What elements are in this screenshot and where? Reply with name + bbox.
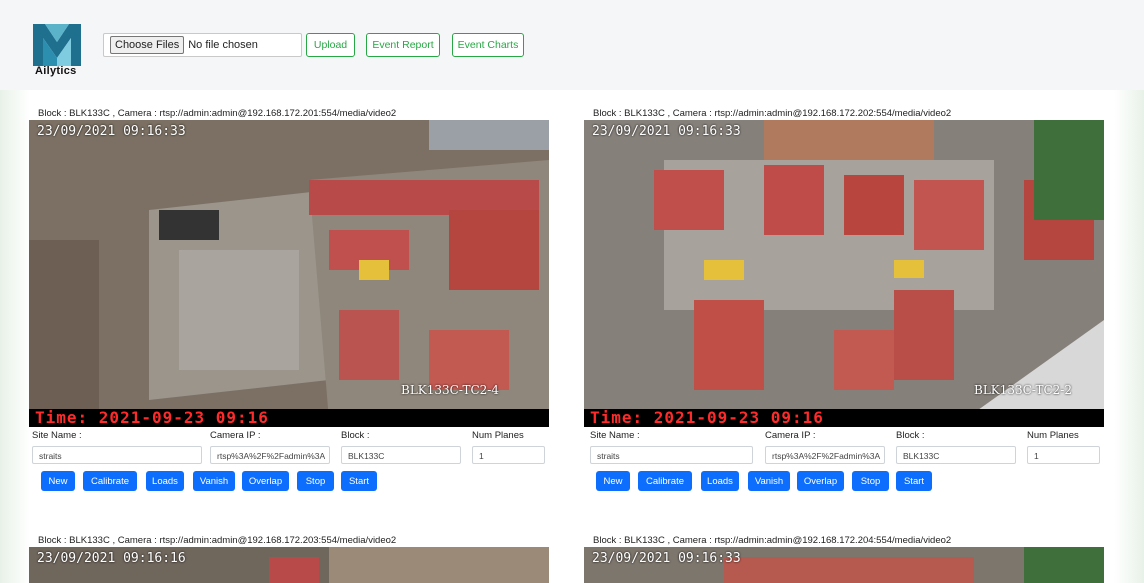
- start-button[interactable]: Start: [341, 471, 377, 491]
- camera-fields: Site Name : Camera IP : Block : Num Plan…: [29, 427, 549, 467]
- upload-button[interactable]: Upload: [306, 33, 355, 57]
- block-field[interactable]: BLK133C: [341, 446, 461, 464]
- camera-panel-1: Block : BLK133C , Camera : rtsp://admin:…: [29, 108, 549, 495]
- camera-caption: Block : BLK133C , Camera : rtsp://admin:…: [593, 535, 952, 546]
- calibrate-button[interactable]: Calibrate: [638, 471, 692, 491]
- event-report-button[interactable]: Event Report: [366, 33, 440, 57]
- num-planes-label: Num Planes: [472, 430, 524, 441]
- camera-feed[interactable]: 23/09/2021 09:16:16: [29, 547, 549, 583]
- site-name-field[interactable]: straits: [590, 446, 753, 464]
- num-planes-label: Num Planes: [1027, 430, 1079, 441]
- camera-panel-2: Block : BLK133C , Camera : rtsp://admin:…: [584, 108, 1104, 495]
- start-button[interactable]: Start: [896, 471, 932, 491]
- camera-caption: Block : BLK133C , Camera : rtsp://admin:…: [38, 108, 397, 119]
- osd-date: 23/09/2021 09:16:16: [37, 551, 186, 566]
- osd-date: 23/09/2021 09:16:33: [37, 124, 186, 139]
- num-planes-field[interactable]: 1: [1027, 446, 1100, 464]
- new-button[interactable]: New: [41, 471, 75, 491]
- block-label: Block :: [896, 430, 925, 441]
- camera-actions: New Calibrate Loads Vanish Overlap Stop …: [584, 467, 1104, 495]
- overlap-button[interactable]: Overlap: [242, 471, 289, 491]
- camera-feed[interactable]: 23/09/2021 09:16:33 BLK133C-TC2-2 Time: …: [584, 120, 1104, 427]
- construction-site-image: [29, 120, 549, 427]
- block-label: Block :: [341, 430, 370, 441]
- calibrate-button[interactable]: Calibrate: [83, 471, 137, 491]
- camera-caption: Block : BLK133C , Camera : rtsp://admin:…: [593, 108, 952, 119]
- site-name-field[interactable]: straits: [32, 446, 202, 464]
- loads-button[interactable]: Loads: [146, 471, 184, 491]
- osd-time-banner: Time: 2021-09-23 09:16: [29, 409, 549, 427]
- camera-ip-field[interactable]: rtsp%3A%2F%2Fadmin%3A: [210, 446, 330, 464]
- stop-button[interactable]: Stop: [297, 471, 334, 491]
- file-status-text: No file chosen: [188, 39, 258, 51]
- site-name-label: Site Name :: [590, 430, 640, 441]
- camera-ip-label: Camera IP :: [765, 430, 816, 441]
- camera-feed[interactable]: 23/09/2021 09:16:33: [584, 547, 1104, 583]
- camera-feed[interactable]: 23/09/2021 09:16:33 BLK133C-TC2-4 Time: …: [29, 120, 549, 427]
- camera-actions: New Calibrate Loads Vanish Overlap Stop …: [29, 467, 549, 495]
- osd-date: 23/09/2021 09:16:33: [592, 551, 741, 566]
- osd-time-banner: Time: 2021-09-23 09:16: [584, 409, 1104, 427]
- camera-fields: Site Name : Camera IP : Block : Num Plan…: [584, 427, 1104, 467]
- camera-caption: Block : BLK133C , Camera : rtsp://admin:…: [38, 535, 397, 546]
- camera-ip-label: Camera IP :: [210, 430, 261, 441]
- event-charts-button[interactable]: Event Charts: [452, 33, 524, 57]
- osd-camera-tag: BLK133C-TC2-2: [974, 383, 1072, 397]
- camera-panel-4: Block : BLK133C , Camera : rtsp://admin:…: [584, 535, 1104, 583]
- new-button[interactable]: New: [596, 471, 630, 491]
- block-field[interactable]: BLK133C: [896, 446, 1016, 464]
- vanish-button[interactable]: Vanish: [748, 471, 790, 491]
- loads-button[interactable]: Loads: [701, 471, 739, 491]
- choose-files-button[interactable]: Choose Files: [110, 36, 185, 54]
- site-name-label: Site Name :: [32, 430, 82, 441]
- top-toolbar: Ailytics Choose Files No file chosen Upl…: [0, 0, 1144, 90]
- file-picker[interactable]: Choose Files No file chosen: [103, 33, 302, 57]
- osd-date: 23/09/2021 09:16:33: [592, 124, 741, 139]
- osd-camera-tag: BLK133C-TC2-4: [401, 383, 499, 397]
- stop-button[interactable]: Stop: [852, 471, 889, 491]
- camera-panel-3: Block : BLK133C , Camera : rtsp://admin:…: [29, 535, 549, 583]
- vanish-button[interactable]: Vanish: [193, 471, 235, 491]
- camera-ip-field[interactable]: rtsp%3A%2F%2Fadmin%3A: [765, 446, 885, 464]
- overlap-button[interactable]: Overlap: [797, 471, 844, 491]
- construction-site-image: [584, 120, 1104, 427]
- num-planes-field[interactable]: 1: [472, 446, 545, 464]
- brand-name: Ailytics: [35, 65, 77, 77]
